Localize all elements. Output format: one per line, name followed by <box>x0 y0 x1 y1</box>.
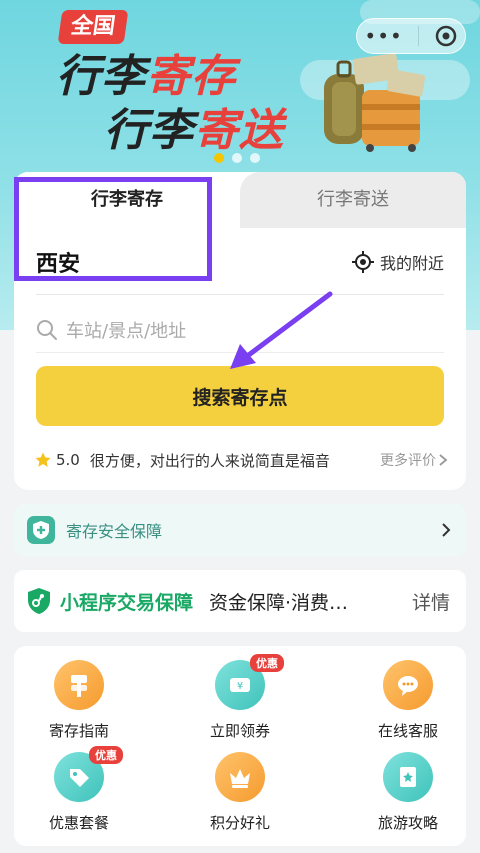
shield-plus-icon <box>27 516 55 544</box>
more-reviews-link[interactable]: 更多评价 <box>380 450 448 470</box>
chat-bubble-icon <box>383 660 433 710</box>
services-grid: 寄存指南 ¥ 优惠 立即领券 在线客服 优惠 优惠套餐 积分好礼 旅游攻略 <box>14 646 466 846</box>
pagination-dot <box>250 153 260 163</box>
promo-badge: 优惠 <box>89 746 123 764</box>
service-discount-package[interactable]: 优惠 优惠套餐 <box>19 746 139 844</box>
search-input[interactable]: 车站/景点/地址 <box>36 312 444 348</box>
headline-part: 行李 <box>104 105 194 156</box>
star-icon <box>35 452 51 467</box>
guarantee-shield-icon <box>28 588 50 614</box>
tab-luggage-delivery[interactable]: 行李寄送 <box>240 172 466 228</box>
review-text: 很方便，对出行的人来说简直是福音 <box>89 451 330 470</box>
storage-search-card: 行李寄送 行李寄存 西安 我的附近 车站/景点/地址 搜索寄存点 5.0 很方便… <box>14 172 466 490</box>
service-label: 积分好礼 <box>209 814 270 832</box>
banner-pagination <box>214 153 260 163</box>
pagination-dot <box>214 153 224 163</box>
close-miniprogram-icon[interactable] <box>434 24 458 48</box>
locate-icon <box>351 251 374 273</box>
service-label: 在线客服 <box>377 722 438 740</box>
signpost-icon <box>54 660 104 710</box>
service-storage-guide[interactable]: 寄存指南 <box>19 660 139 752</box>
more-menu-button[interactable]: ••• <box>364 26 402 46</box>
headline-part: 寄送 <box>194 105 284 156</box>
service-tabs: 行李寄送 行李寄存 <box>14 172 466 228</box>
service-label: 旅游攻略 <box>377 814 438 832</box>
search-placeholder: 车站/景点/地址 <box>66 321 187 342</box>
divider <box>36 352 444 353</box>
service-claim-coupon[interactable]: ¥ 优惠 立即领券 <box>180 654 300 752</box>
svg-text:¥: ¥ <box>237 681 243 692</box>
luggage-illustration <box>324 53 426 152</box>
chevron-right-icon <box>442 523 451 537</box>
pagination-dot <box>232 153 242 163</box>
search-icon <box>37 320 57 340</box>
city-selector[interactable]: 西安 <box>36 246 80 278</box>
nearby-label: 我的附近 <box>379 254 444 273</box>
transaction-guarantee-bar[interactable]: 小程序交易保障 资金保障·消费… 详情 <box>14 570 466 632</box>
chevron-right-icon <box>439 454 448 466</box>
service-online-support[interactable]: 在线客服 <box>348 660 468 752</box>
service-points-gifts[interactable]: 积分好礼 <box>180 752 300 844</box>
storage-safety-bar[interactable]: 寄存安全保障 <box>14 504 466 556</box>
tab-luggage-storage[interactable]: 行李寄存 <box>14 172 240 228</box>
service-label: 立即领券 <box>209 722 270 740</box>
service-label: 寄存指南 <box>48 722 109 740</box>
miniprogram-capsule: ••• <box>356 18 466 54</box>
service-travel-guide[interactable]: 旅游攻略 <box>348 752 468 844</box>
capsule-divider <box>417 26 419 46</box>
review-summary[interactable]: 5.0 很方便，对出行的人来说简直是福音 更多评价 <box>34 448 448 472</box>
nearby-button[interactable]: 我的附近 <box>351 250 444 274</box>
more-reviews-label: 更多评价 <box>380 453 436 469</box>
nationwide-tag: 全国 <box>57 10 129 44</box>
guarantee-detail-link[interactable]: 详情 <box>412 588 450 615</box>
crown-icon <box>215 752 265 802</box>
guarantee-title: 小程序交易保障 <box>60 591 194 614</box>
review-score: 5.0 <box>56 451 80 469</box>
divider <box>36 294 444 295</box>
banner-headline-delivery: 行李寄送 <box>104 94 284 158</box>
service-label: 优惠套餐 <box>48 814 109 832</box>
safety-label: 寄存安全保障 <box>66 522 163 541</box>
guarantee-description: 资金保障·消费… <box>209 591 349 614</box>
guidebook-icon <box>383 752 433 802</box>
promo-badge: 优惠 <box>250 654 284 672</box>
search-storage-button[interactable]: 搜索寄存点 <box>36 366 444 426</box>
